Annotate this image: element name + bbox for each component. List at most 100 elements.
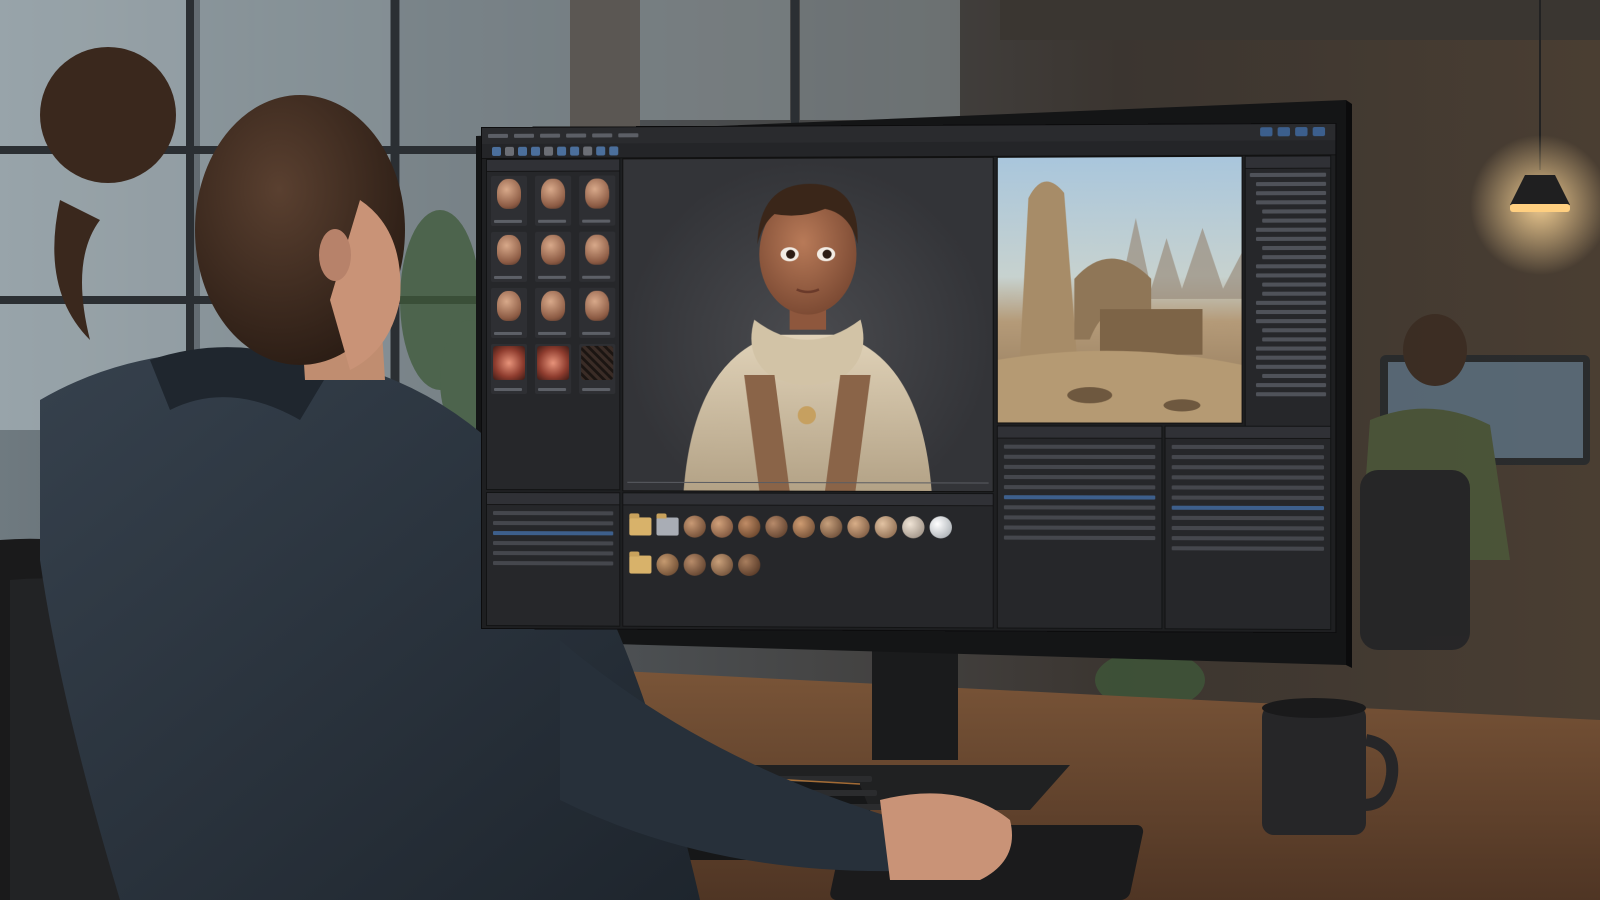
hierarchy-row[interactable] [1171,485,1325,490]
tool-icon[interactable] [583,146,593,156]
layer-row[interactable] [492,531,614,536]
tree-item[interactable] [1255,181,1327,187]
tree-item[interactable] [1262,282,1327,287]
hierarchy-row[interactable] [1171,525,1325,531]
tree-item[interactable] [1255,227,1327,232]
scene-preview[interactable] [996,155,1243,424]
tool-icon[interactable] [570,146,580,156]
tree-item[interactable] [1262,373,1327,378]
tree-item[interactable] [1262,328,1327,333]
head-thumbnail[interactable] [579,287,616,338]
tree-item[interactable] [1255,236,1327,241]
tree-item[interactable] [1262,291,1327,296]
layer-row[interactable] [492,561,614,566]
layer-row[interactable] [492,511,614,516]
hierarchy-row[interactable] [1171,455,1325,460]
layer-row[interactable] [492,551,614,556]
head-thumbnail[interactable] [579,231,616,282]
hierarchy-row[interactable] [1171,515,1325,521]
head-thumbnail[interactable] [535,175,572,226]
tree-item[interactable] [1255,319,1327,324]
material-sphere[interactable] [710,515,734,538]
material-sphere[interactable] [683,553,706,576]
material-sphere[interactable] [656,553,679,576]
head-thumbnail[interactable] [490,231,528,282]
tool-icon[interactable] [544,146,554,156]
material-thumbnail[interactable] [490,343,528,395]
tree-item[interactable] [1255,355,1327,360]
toolbar-button[interactable] [1312,126,1326,137]
head-thumbnail[interactable] [535,231,572,282]
tree-item[interactable] [1255,309,1327,315]
hierarchy-row[interactable] [1171,495,1325,500]
head-thumbnail[interactable] [490,175,528,226]
hierarchy-row[interactable] [1171,475,1325,480]
material-sphere[interactable] [902,516,925,539]
material-sphere[interactable] [874,516,898,539]
head-thumbnail[interactable] [579,175,616,226]
material-sphere[interactable] [847,515,870,539]
menu-item[interactable] [592,133,613,138]
tree-item[interactable] [1262,255,1327,260]
property-row[interactable] [1003,474,1156,480]
hierarchy-row[interactable] [1171,536,1325,541]
head-thumbnail[interactable] [490,287,528,338]
tree-item[interactable] [1262,218,1327,223]
hierarchy-row[interactable] [1171,465,1325,470]
layer-row[interactable] [492,521,614,526]
tree-item[interactable] [1262,209,1327,214]
head-thumbnail[interactable] [535,287,572,338]
folder-icon[interactable] [629,555,652,574]
material-sphere[interactable] [929,516,952,539]
tool-icon[interactable] [504,146,515,156]
tree-item[interactable] [1255,300,1327,305]
material-sphere[interactable] [792,515,815,539]
tree-item[interactable] [1255,383,1327,388]
tree-item[interactable] [1255,200,1327,205]
property-row[interactable] [1003,454,1156,460]
property-row[interactable] [1003,515,1156,520]
menu-item[interactable] [487,133,508,138]
material-sphere[interactable] [738,553,761,577]
tree-item[interactable] [1255,364,1327,369]
material-sphere[interactable] [710,553,734,576]
tool-icon[interactable] [596,145,606,156]
menu-item[interactable] [618,133,639,138]
material-sphere[interactable] [819,515,843,539]
tool-icon[interactable] [491,146,501,156]
tool-icon[interactable] [557,146,567,156]
tree-item[interactable] [1262,337,1327,342]
material-thumbnail[interactable] [535,343,572,395]
tree-item[interactable] [1255,190,1327,196]
3d-viewport[interactable] [622,156,994,493]
folder-icon[interactable] [629,517,652,536]
property-row[interactable] [1003,444,1156,449]
tool-icon[interactable] [518,146,528,156]
folder-icon[interactable] [656,517,679,536]
property-row[interactable] [1003,464,1156,470]
property-row[interactable] [1003,535,1156,541]
tree-item[interactable] [1255,346,1327,351]
material-thumbnail[interactable] [579,343,616,395]
tree-item[interactable] [1262,245,1327,251]
tree-item[interactable] [1255,264,1327,269]
tool-icon[interactable] [531,146,541,156]
menu-item[interactable] [566,133,587,138]
hierarchy-row[interactable] [1171,444,1325,450]
tool-icon[interactable] [609,145,619,155]
toolbar-button[interactable] [1295,127,1308,137]
toolbar-button[interactable] [1277,127,1290,137]
property-row[interactable] [1003,525,1156,530]
menu-item[interactable] [514,133,535,138]
hierarchy-row[interactable] [1171,505,1325,511]
material-sphere[interactable] [738,515,761,538]
property-row[interactable] [1003,485,1156,490]
material-sphere[interactable] [765,515,788,538]
menu-item[interactable] [540,133,561,138]
property-row[interactable] [1003,495,1156,500]
property-row[interactable] [1003,505,1156,510]
hierarchy-row[interactable] [1171,546,1325,551]
tree-item[interactable] [1255,273,1327,278]
material-sphere[interactable] [683,515,706,538]
layer-row[interactable] [492,541,614,546]
